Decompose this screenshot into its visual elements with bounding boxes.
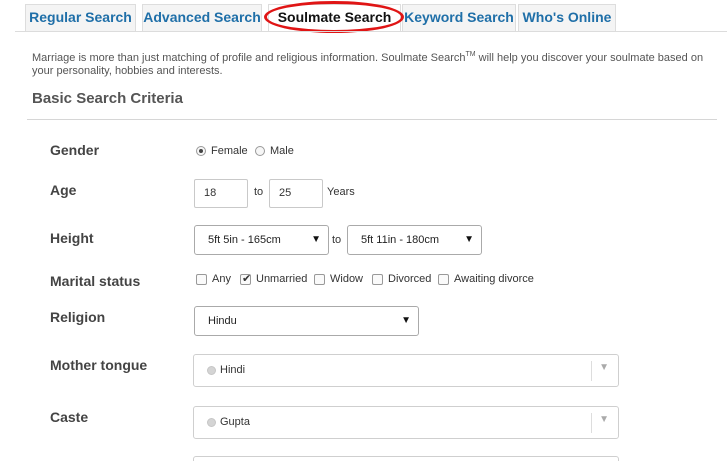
religion-label: Religion	[50, 309, 106, 325]
caste-value: Gupta	[220, 416, 250, 428]
gender-female-label: Female	[211, 145, 248, 157]
marital-widow-checkbox[interactable]	[314, 274, 325, 285]
age-to-text: to	[254, 186, 264, 198]
tab-regular-search[interactable]: Regular Search	[25, 4, 136, 31]
remove-choice-icon[interactable]	[207, 366, 216, 375]
section-title: Basic Search Criteria	[32, 90, 183, 107]
tab-whos-online[interactable]: Who's Online	[518, 4, 616, 31]
tab-divider	[15, 31, 727, 32]
height-to-text: to	[332, 234, 342, 246]
marital-any-checkbox[interactable]	[196, 274, 207, 285]
gender-female-radio[interactable]	[196, 146, 206, 156]
height-to-select[interactable]: 5ft 11in - 180cm ▼	[347, 225, 482, 255]
tab-keyword-search[interactable]: Keyword Search	[402, 4, 516, 31]
marital-widow-label: Widow	[330, 273, 364, 285]
dropdown-arrow-icon: ▼	[464, 234, 474, 245]
religion-value: Hindu	[208, 315, 237, 327]
marital-unmarried-label: Unmarried	[256, 273, 308, 285]
caste-label: Caste	[50, 409, 89, 425]
gender-male-label: Male	[270, 145, 294, 157]
marital-unmarried-checkbox[interactable]: ✔	[240, 273, 252, 285]
marital-divorced-label: Divorced	[388, 273, 432, 285]
marital-awaiting-divorce-checkbox[interactable]	[438, 274, 449, 285]
tab-advanced-search[interactable]: Advanced Search	[142, 4, 262, 31]
select-separator	[591, 361, 592, 381]
marital-any-label: Any	[212, 273, 231, 285]
gender-male-radio[interactable]	[255, 146, 265, 156]
gender-label: Gender	[50, 142, 100, 158]
height-from-value: 5ft 5in - 165cm	[208, 234, 281, 246]
height-label: Height	[50, 230, 94, 246]
caste-select[interactable]: Gupta ▼	[193, 406, 619, 439]
age-to-input[interactable]: 25	[269, 179, 323, 208]
marital-awaiting-divorce-label: Awaiting divorce	[454, 273, 534, 285]
select-separator	[591, 413, 592, 433]
mother-tongue-value: Hindi	[220, 364, 246, 376]
mother-tongue-label: Mother tongue	[50, 357, 148, 373]
dropdown-arrow-icon[interactable]: ▼	[599, 362, 609, 373]
tab-soulmate-search[interactable]: Soulmate Search	[268, 4, 401, 31]
marital-divorced-checkbox[interactable]	[372, 274, 383, 285]
age-label: Age	[50, 182, 77, 198]
checkmark-icon: ✔	[242, 273, 252, 285]
age-unit-text: Years	[327, 186, 355, 198]
age-from-input[interactable]: 18	[194, 179, 248, 208]
intro-text: Marriage is more than just matching of p…	[32, 51, 704, 77]
dropdown-arrow-icon[interactable]: ▼	[599, 414, 609, 425]
dropdown-arrow-icon: ▼	[311, 234, 321, 245]
section-divider	[27, 119, 717, 120]
dropdown-arrow-icon: ▼	[401, 315, 411, 326]
religion-select[interactable]: Hindu ▼	[194, 306, 419, 336]
next-field-select[interactable]	[193, 456, 619, 461]
height-from-select[interactable]: 5ft 5in - 165cm ▼	[194, 225, 329, 255]
remove-choice-icon[interactable]	[207, 418, 216, 427]
mother-tongue-select[interactable]: Hindi ▼	[193, 354, 619, 387]
height-to-value: 5ft 11in - 180cm	[361, 234, 440, 246]
marital-status-label: Marital status	[50, 273, 141, 289]
